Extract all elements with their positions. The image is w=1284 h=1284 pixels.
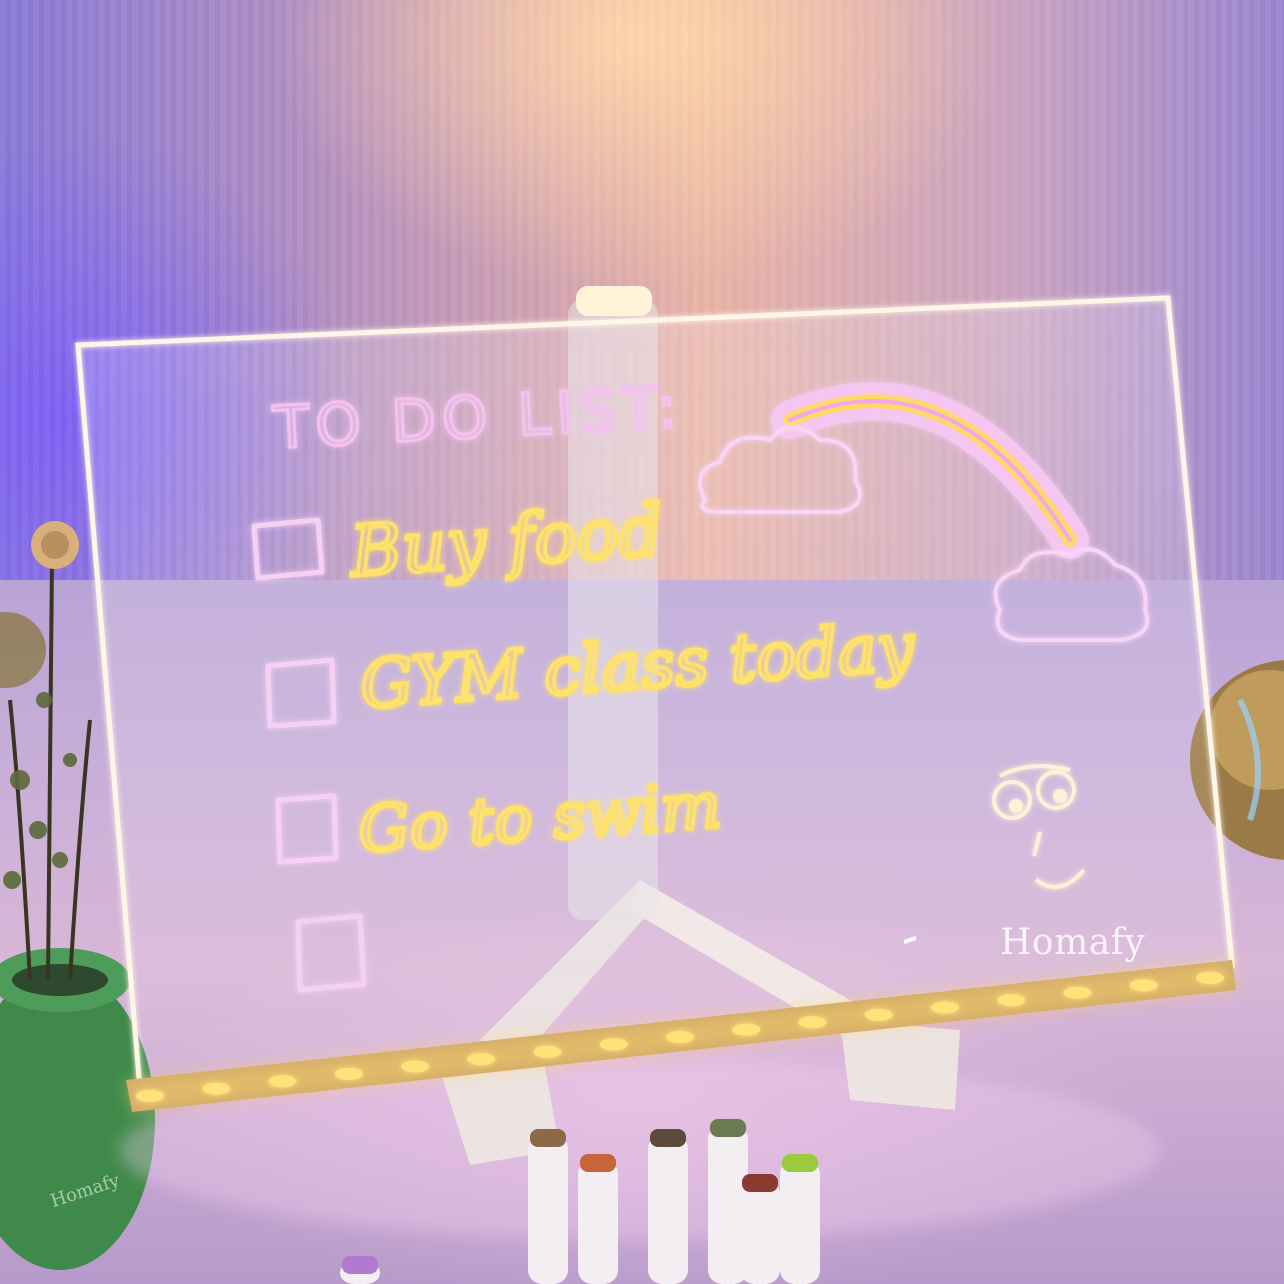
- marker-cap: [530, 1129, 566, 1147]
- led-light: [599, 1038, 628, 1051]
- marker-cap: [650, 1129, 686, 1147]
- marker-cap: [742, 1174, 778, 1192]
- led-light: [666, 1031, 694, 1043]
- led-light: [931, 1001, 959, 1014]
- led-light: [334, 1067, 363, 1080]
- led-message-board: TO DO LIST: Buy food GYM class today Go …: [0, 286, 1284, 1284]
- marker-pen: [740, 1180, 780, 1284]
- led-light: [467, 1053, 496, 1066]
- led-light: [268, 1075, 297, 1088]
- led-light: [798, 1016, 827, 1029]
- marker-cap: [710, 1119, 746, 1137]
- marker-pen: [528, 1135, 568, 1284]
- led-light: [401, 1060, 429, 1073]
- led-light: [1063, 986, 1092, 999]
- led-light: [533, 1045, 562, 1058]
- led-light: [202, 1082, 231, 1095]
- led-light: [136, 1090, 164, 1102]
- marker-cap: [580, 1154, 616, 1172]
- led-light: [1129, 979, 1158, 992]
- photo-scene: TO DO LIST: Buy food GYM class today Go …: [0, 0, 1284, 1284]
- brand-logo-text: Homafy: [1000, 922, 1146, 963]
- led-light: [997, 994, 1026, 1007]
- marker-cap: [342, 1256, 378, 1274]
- marker-pen: [780, 1160, 820, 1284]
- led-light: [1196, 972, 1224, 984]
- marker-cap: [782, 1154, 818, 1172]
- led-light: [732, 1023, 761, 1036]
- marker-pen: [578, 1160, 618, 1284]
- marker-pen: [648, 1135, 688, 1284]
- led-light: [864, 1008, 893, 1021]
